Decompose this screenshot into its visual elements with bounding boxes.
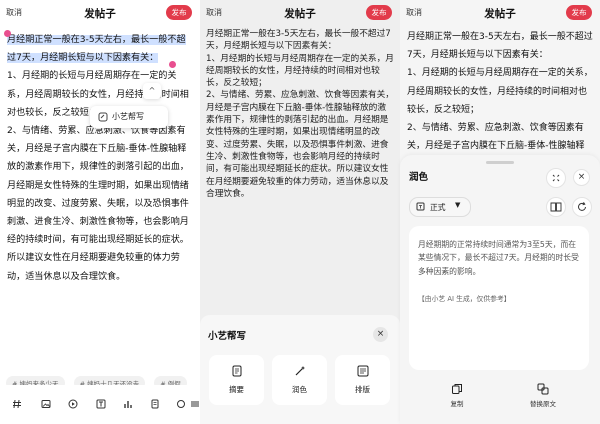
xiaoyi-write-label: 小艺帮写 <box>112 112 144 121</box>
text-format-icon[interactable] <box>96 399 106 409</box>
topic-tags: # 姨妈来多少天 # 姨妈十几天还没走 # 例假 <box>6 371 200 385</box>
layout-label: 排版 <box>355 385 370 394</box>
replace-original-button[interactable]: 替换原文 <box>513 383 573 413</box>
expand-icon <box>552 174 560 182</box>
sheet-title: 小艺帮写 <box>208 331 247 342</box>
copy-label: 复制 <box>450 400 464 408</box>
summary-icon <box>232 365 242 377</box>
polish-label: 润色 <box>292 385 307 394</box>
topic-tag[interactable]: # 例假 <box>154 376 187 385</box>
xiaoyi-write-icon <box>98 112 108 122</box>
drag-handle[interactable] <box>486 161 514 164</box>
header: 取消 发帖子 发布 <box>400 0 600 26</box>
style-icon <box>416 202 425 211</box>
layout-icon <box>357 365 369 377</box>
image-icon[interactable] <box>41 399 51 409</box>
write-assist-sheet: 小艺帮写 × 摘要 润色 排版 <box>200 315 400 424</box>
regenerate-button[interactable] <box>572 197 592 217</box>
refresh-icon <box>578 202 586 211</box>
polish-card[interactable]: 润色 <box>272 355 327 405</box>
polish-result-card: 月经期期的正常持续时间通常为3至5天，而在某些情况下，最长不超过7天。月经期的时… <box>409 226 589 370</box>
style-value: 正式 <box>430 203 446 212</box>
hashtag-icon[interactable] <box>12 399 22 409</box>
publish-button[interactable]: 发布 <box>366 5 392 20</box>
summary-label: 摘要 <box>229 385 244 394</box>
post-paragraph-2: 2、与情绪、劳累、应急刺激、饮食等因素有关，月经是子宫内膜在下丘脑-垂体-性腺轴… <box>7 126 189 282</box>
ai-disclaimer: 【由小艺 AI 生成，仅供参考】 <box>418 295 511 303</box>
summary-card[interactable]: 摘要 <box>209 355 264 405</box>
chevron-down-icon: ▼ <box>455 201 461 209</box>
topic-tag[interactable]: # 姨妈来多少天 <box>6 376 65 385</box>
video-icon[interactable] <box>68 399 78 409</box>
post-text: 月经期正常一般在3-5天左右，最长一般不超过7天，月经期长短与以下因素有关： 1… <box>206 29 394 199</box>
post-text: 月经期正常一般在3-5天左右，最长一般不超过7天，月经期长短与以下因素有关： 1… <box>407 32 593 169</box>
topic-tag[interactable]: # 姨妈十几天还没走 <box>73 376 146 385</box>
replace-label: 替换原文 <box>530 400 556 408</box>
collapse-caret-button[interactable]: ^ <box>143 83 161 99</box>
header: 取消 发帖子 发布 <box>0 0 200 26</box>
list-icon[interactable] <box>190 399 200 409</box>
more-icon[interactable] <box>176 399 186 409</box>
editor-toolbar <box>0 396 200 416</box>
panel-edit-selection: 取消 发帖子 发布 月经期正常一般在3-5天左右，最长一般不超过7天，月经期长短… <box>0 0 200 424</box>
close-button[interactable]: × <box>573 169 590 186</box>
xiaoyi-write-popup[interactable]: 小艺帮写 <box>90 106 168 128</box>
post-editor[interactable]: 月经期正常一般在3-5天左右，最长一般不超过7天，月经期长短与以下因素有关： 1… <box>7 31 192 286</box>
screenshot: 取消 发帖子 发布 月经期正常一般在3-5天左右，最长一般不超过7天，月经期长短… <box>0 0 600 424</box>
sheet-title: 润色 <box>409 172 429 183</box>
expand-button[interactable] <box>546 168 566 188</box>
style-dropdown[interactable]: 正式 ▼ <box>409 197 471 217</box>
polish-sheet: 润色 × 正式 ▼ 月经期期的正常持续时间通常为3至5天，而在某些情况下，最长不… <box>400 155 600 424</box>
chart-icon[interactable] <box>123 399 133 409</box>
selection-start-handle[interactable] <box>4 30 11 37</box>
compare-button[interactable] <box>546 197 566 217</box>
close-button[interactable]: × <box>373 327 388 342</box>
layout-card[interactable]: 排版 <box>335 355 390 405</box>
selected-text-line1[interactable]: 月经期正常一般在3-5天左右，最长一般不 <box>7 35 177 45</box>
copy-button[interactable]: 复制 <box>427 383 487 413</box>
polish-result-text[interactable]: 月经期期的正常持续时间通常为3至5天，而在某些情况下，最长不超过7天。月经期的时… <box>418 238 582 278</box>
publish-button[interactable]: 发布 <box>166 5 192 20</box>
book-icon <box>550 202 562 212</box>
selection-end-handle[interactable] <box>169 61 176 68</box>
publish-button[interactable]: 发布 <box>566 5 592 20</box>
document-icon[interactable] <box>150 399 160 409</box>
polish-icon <box>295 366 305 376</box>
copy-icon <box>452 384 462 394</box>
replace-icon <box>537 383 549 395</box>
header: 取消 发帖子 发布 <box>200 0 400 26</box>
